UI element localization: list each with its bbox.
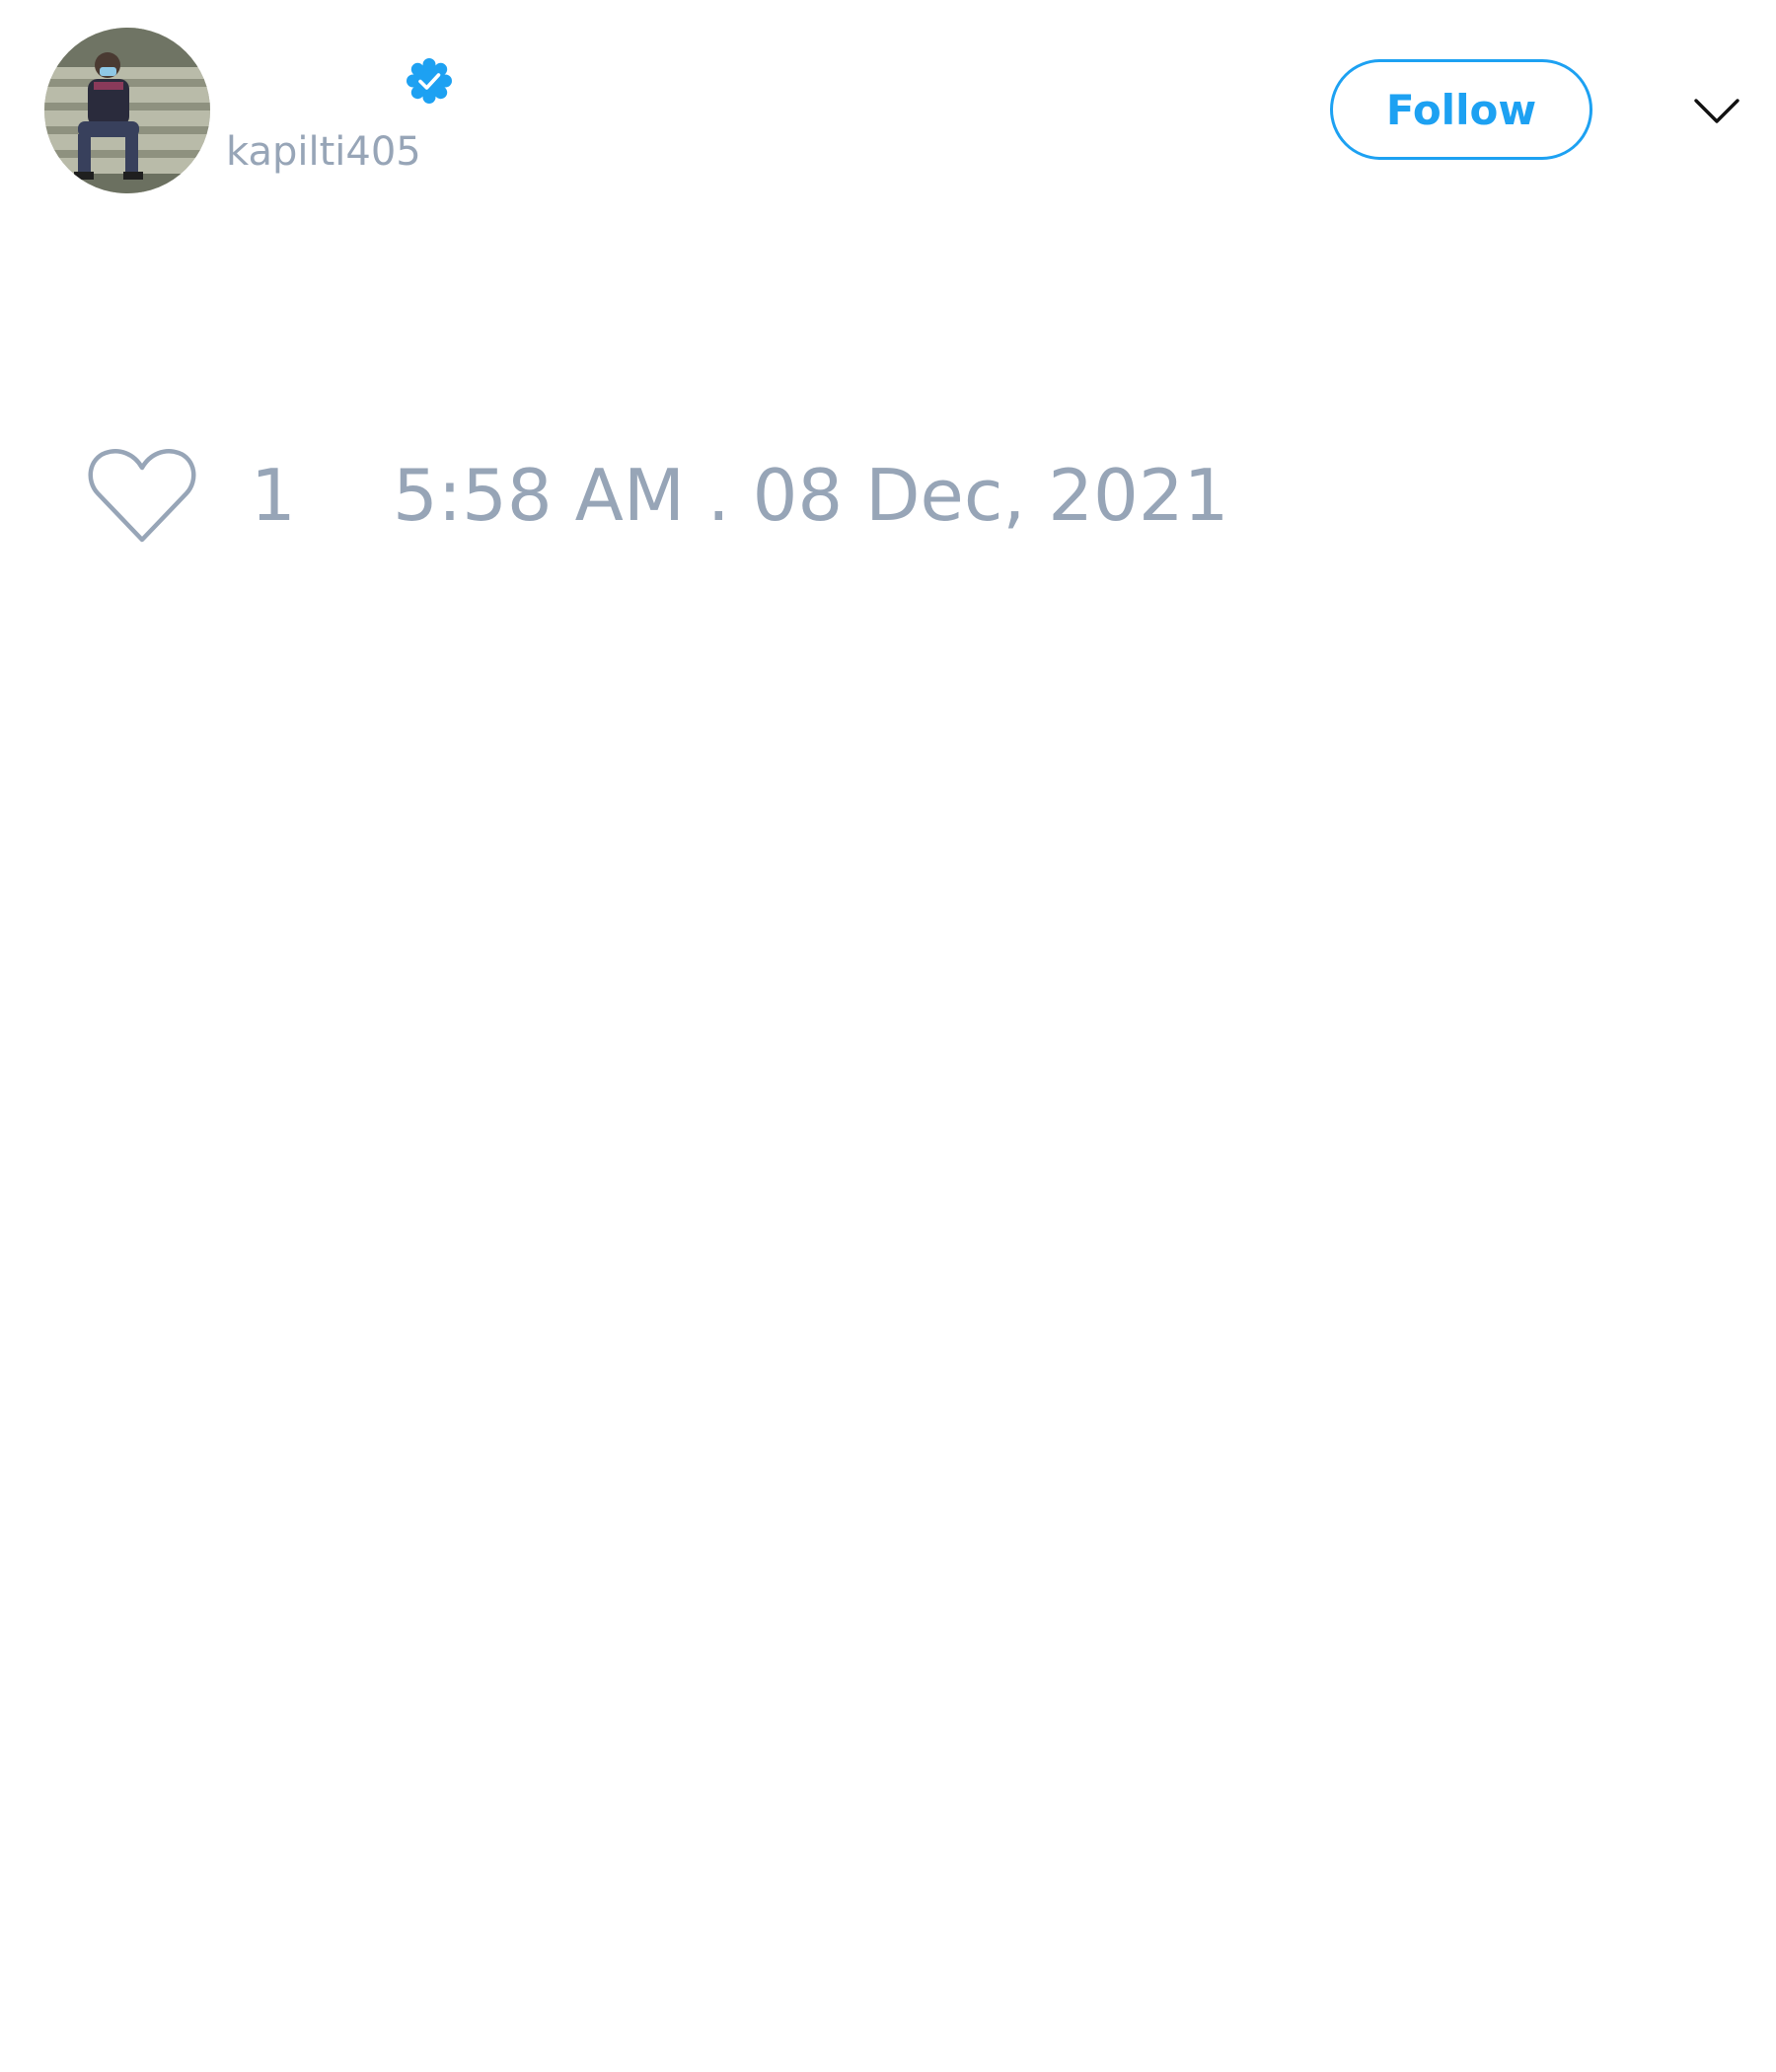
chevron-down-icon[interactable] bbox=[1689, 87, 1744, 134]
like-count: 1 bbox=[251, 454, 296, 537]
tweet-timestamp[interactable]: 5:58 AM . 08 Dec, 2021 bbox=[393, 454, 1228, 537]
user-handle[interactable]: kapilti405 bbox=[226, 128, 421, 176]
avatar-photo bbox=[44, 28, 210, 193]
verified-badge-icon bbox=[406, 57, 453, 105]
avatar[interactable] bbox=[44, 28, 210, 193]
follow-button[interactable]: Follow bbox=[1330, 59, 1592, 160]
heart-icon[interactable] bbox=[87, 446, 197, 545]
